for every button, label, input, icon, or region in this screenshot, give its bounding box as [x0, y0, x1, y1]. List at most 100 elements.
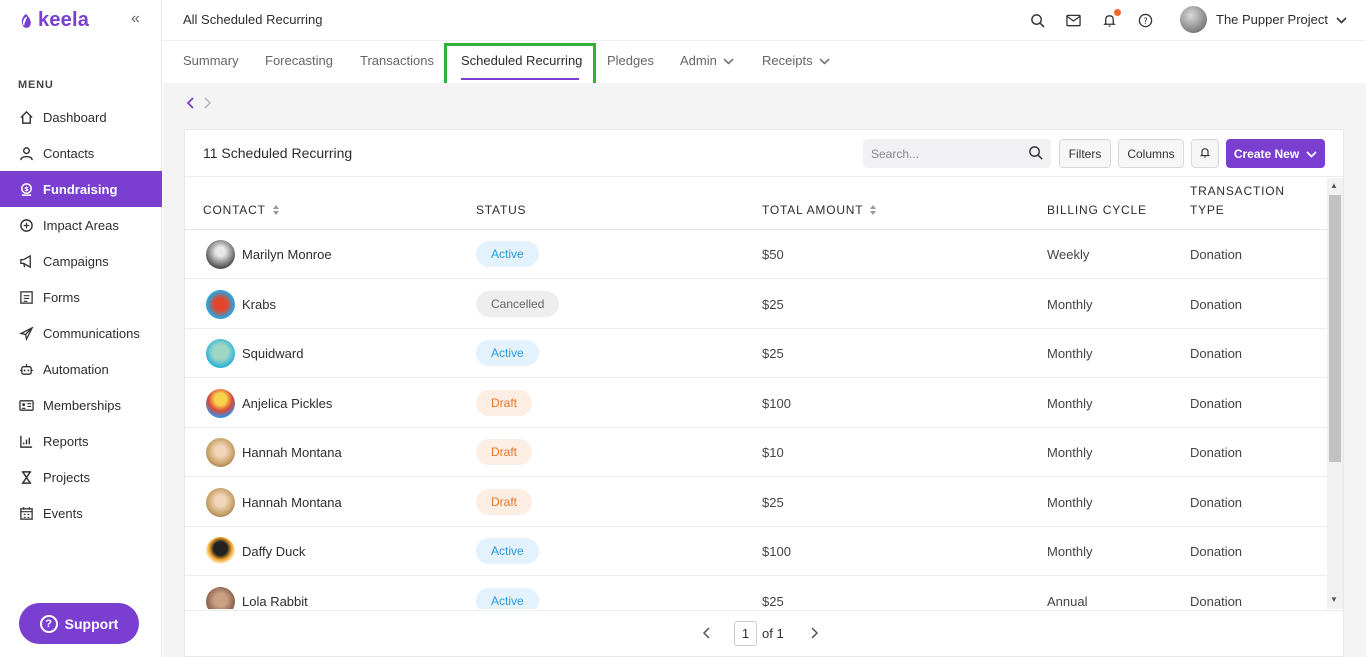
org-profile-menu[interactable]: The Pupper Project: [1180, 6, 1347, 33]
search-input[interactable]: [863, 139, 1013, 168]
forward-arrow-icon[interactable]: [204, 96, 212, 112]
collapse-sidebar-icon[interactable]: «: [131, 10, 140, 28]
home-icon: [18, 109, 35, 126]
table-row[interactable]: Anjelica Pickles Draft $100 Monthly Dona…: [185, 378, 1327, 428]
status-badge: Active: [476, 241, 539, 267]
recurring-table: CONTACT STATUS TOTAL AMOUNT BILLING CYCL…: [185, 178, 1343, 609]
transaction-type-cell: Donation: [1190, 444, 1243, 460]
sidebar-item-reports[interactable]: Reports: [0, 423, 162, 459]
tab-admin[interactable]: Admin: [680, 53, 734, 68]
tab-summary[interactable]: Summary: [183, 53, 239, 68]
support-label: Support: [64, 615, 119, 632]
prev-page-icon[interactable]: [702, 627, 710, 639]
current-page-input[interactable]: 1: [734, 621, 757, 646]
calendar-icon: [18, 505, 35, 522]
contact-cell[interactable]: Hannah Montana: [206, 477, 342, 527]
sort-icon[interactable]: [272, 204, 280, 216]
tab-pledges[interactable]: Pledges: [607, 53, 654, 68]
sidebar-item-communications[interactable]: Communications: [0, 315, 162, 351]
back-arrow-icon[interactable]: [186, 96, 194, 112]
contact-cell[interactable]: Hannah Montana: [206, 427, 342, 477]
billing-cycle-cell: Monthly: [1047, 395, 1093, 411]
transaction-type-cell: Donation: [1190, 296, 1243, 312]
sidebar-item-memberships[interactable]: Memberships: [0, 387, 162, 423]
help-circle-icon: ?: [39, 614, 58, 633]
status-cell: Cancelled: [476, 279, 560, 329]
sidebar-item-label: Dashboard: [43, 109, 107, 125]
amount-cell: $10: [762, 444, 784, 460]
sidebar-item-forms[interactable]: Forms: [0, 279, 162, 315]
contact-cell[interactable]: Lola Rabbit: [206, 576, 308, 609]
amount-cell: $100: [762, 543, 791, 559]
chevron-down-icon: [819, 53, 830, 68]
table-row[interactable]: Hannah Montana Draft $10 Monthly Donatio…: [185, 427, 1327, 477]
tab-receipts[interactable]: Receipts: [762, 53, 830, 68]
tab-transactions[interactable]: Transactions: [360, 53, 434, 68]
id-card-icon: [18, 397, 35, 414]
tab-forecasting[interactable]: Forecasting: [265, 53, 333, 68]
column-header-contact[interactable]: CONTACT: [203, 203, 280, 217]
table-row[interactable]: Hannah Montana Draft $25 Monthly Donatio…: [185, 477, 1327, 527]
keela-logo[interactable]: keela: [18, 9, 89, 32]
chevron-down-icon: [1306, 147, 1317, 161]
table-row[interactable]: Squidward Active $25 Monthly Donation: [185, 328, 1327, 378]
search-icon[interactable]: [1028, 11, 1046, 29]
table-row[interactable]: Lola Rabbit Active $25 Annual Donation: [185, 576, 1327, 609]
sidebar-item-projects[interactable]: Projects: [0, 459, 162, 495]
billing-cycle-cell: Monthly: [1047, 494, 1093, 510]
status-cell: Active: [476, 526, 539, 576]
table-scrollbar[interactable]: ▲ ▼: [1327, 178, 1343, 609]
filters-button[interactable]: Filters: [1059, 139, 1111, 168]
transaction-type-cell: Donation: [1190, 543, 1243, 559]
table-row[interactable]: Marilyn Monroe Active $50 Weekly Donatio…: [185, 229, 1327, 279]
scroll-down-icon[interactable]: ▼: [1330, 595, 1338, 604]
sidebar-item-label: Contacts: [43, 145, 95, 161]
table-row[interactable]: Krabs Cancelled $25 Monthly Donation: [185, 279, 1327, 329]
form-icon: [18, 289, 35, 306]
sidebar-item-label: Fundraising: [43, 181, 118, 197]
contact-cell[interactable]: Daffy Duck: [206, 526, 305, 576]
sidebar-item-fundraising[interactable]: $ Fundraising: [0, 171, 162, 207]
sidebar-item-impact-areas[interactable]: Impact Areas: [0, 207, 162, 243]
scroll-thumb[interactable]: [1329, 195, 1341, 462]
support-button[interactable]: ? Support: [19, 603, 139, 644]
sidebar-item-automation[interactable]: Automation: [0, 351, 162, 387]
status-badge: Active: [476, 340, 539, 366]
status-cell: Active: [476, 576, 539, 609]
sidebar-item-label: Automation: [43, 361, 109, 377]
sidebar-item-events[interactable]: Events: [0, 495, 162, 531]
chevron-down-icon: [723, 53, 734, 68]
column-header-transaction-type-line2: TYPE: [1190, 203, 1225, 217]
sidebar-item-label: Memberships: [43, 397, 122, 413]
billing-cycle-cell: Annual: [1047, 593, 1088, 609]
sidebar-item-contacts[interactable]: Contacts: [0, 135, 162, 171]
page-total: of 1: [762, 626, 784, 641]
contact-cell[interactable]: Krabs: [206, 279, 276, 329]
panel-title: 11 Scheduled Recurring: [203, 145, 353, 161]
create-new-button[interactable]: Create New: [1226, 139, 1325, 168]
help-icon[interactable]: ?: [1136, 11, 1154, 29]
table-row[interactable]: Daffy Duck Active $100 Monthly Donation: [185, 526, 1327, 576]
sort-icon[interactable]: [869, 204, 877, 216]
columns-button[interactable]: Columns: [1118, 139, 1184, 168]
contact-cell[interactable]: Anjelica Pickles: [206, 378, 332, 428]
column-header-total-amount[interactable]: TOTAL AMOUNT: [762, 203, 877, 217]
transaction-type-cell: Donation: [1190, 494, 1243, 510]
sidebar-item-dashboard[interactable]: Dashboard: [0, 99, 162, 135]
contact-cell[interactable]: Squidward: [206, 328, 303, 378]
alert-bell-button[interactable]: [1191, 139, 1219, 168]
column-header-status: STATUS: [476, 203, 527, 217]
contact-cell[interactable]: Marilyn Monroe: [206, 229, 332, 279]
scroll-up-icon[interactable]: ▲: [1330, 181, 1338, 190]
sidebar-item-label: Communications: [43, 325, 140, 341]
sidebar-item-campaigns[interactable]: Campaigns: [0, 243, 162, 279]
mail-icon[interactable]: [1064, 11, 1082, 29]
bell-icon[interactable]: [1100, 9, 1121, 29]
menu-title: MENU: [18, 79, 54, 91]
search-icon[interactable]: [1028, 145, 1043, 165]
next-page-icon[interactable]: [811, 627, 819, 639]
transaction-type-cell: Donation: [1190, 395, 1243, 411]
transaction-type-cell: Donation: [1190, 246, 1243, 262]
svg-text:?: ?: [1143, 15, 1147, 25]
amount-cell: $25: [762, 494, 784, 510]
